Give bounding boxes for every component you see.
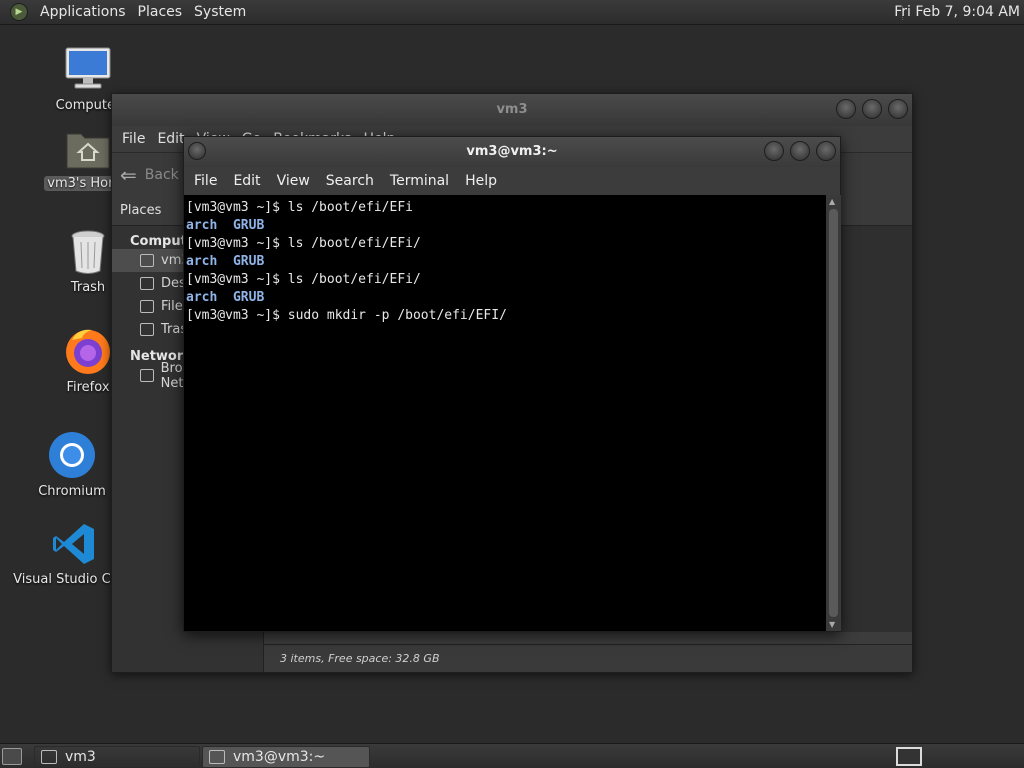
- taskbar-item-label: vm3@vm3:~: [233, 749, 326, 765]
- show-desktop-button[interactable]: [2, 748, 22, 765]
- taskbar-item-terminal[interactable]: vm3@vm3:~: [202, 746, 370, 768]
- terminal-menubar: File Edit View Search Terminal Help: [184, 167, 840, 195]
- scroll-up-icon[interactable]: ▲: [829, 197, 835, 206]
- status-bar: 3 items, Free space: 32.8 GB: [264, 644, 912, 672]
- scroll-down-icon[interactable]: ▼: [829, 620, 835, 629]
- distro-logo-icon[interactable]: ▶: [10, 3, 28, 21]
- top-panel: ▶ Applications Places System Fri Feb 7, …: [0, 0, 1024, 25]
- home-folder-icon: [66, 133, 110, 169]
- file-manager-titlebar[interactable]: vm3: [112, 94, 912, 126]
- desktop-icon-label: Trash: [70, 280, 106, 295]
- home-folder-icon: [41, 750, 57, 764]
- close-button[interactable]: [816, 141, 836, 161]
- terminal-line: arch GRUB: [186, 254, 265, 269]
- workspace-switcher[interactable]: [896, 747, 922, 766]
- firefox-icon: [66, 329, 110, 374]
- minimize-button[interactable]: [764, 141, 784, 161]
- menu-view[interactable]: View: [269, 173, 318, 189]
- vscode-icon: [53, 524, 94, 564]
- menu-places[interactable]: Places: [132, 4, 189, 20]
- drive-icon: [140, 300, 154, 313]
- terminal-line: arch GRUB: [186, 290, 265, 305]
- terminal-line: [vm3@vm3 ~]$ ls /boot/efi/EFi: [186, 200, 413, 215]
- taskbar-item-file-manager[interactable]: vm3: [34, 746, 200, 768]
- terminal-line: [vm3@vm3 ~]$ ls /boot/efi/EFi/: [186, 236, 421, 251]
- maximize-button[interactable]: [790, 141, 810, 161]
- back-button[interactable]: Back: [145, 167, 179, 183]
- terminal-scrollbar[interactable]: ▲ ▼: [826, 195, 841, 631]
- taskbar-item-label: vm3: [65, 749, 96, 765]
- network-icon: [140, 369, 154, 382]
- terminal-line: arch GRUB: [186, 218, 265, 233]
- window-title: vm3@vm3:~: [466, 144, 558, 159]
- trash-icon: [71, 230, 105, 274]
- close-button[interactable]: [888, 99, 908, 119]
- menu-system[interactable]: System: [188, 4, 252, 20]
- terminal-output[interactable]: [vm3@vm3 ~]$ ls /boot/efi/EFi arch GRUB …: [184, 195, 826, 631]
- minimize-button[interactable]: [836, 99, 856, 119]
- home-icon: [140, 254, 154, 267]
- menu-applications[interactable]: Applications: [34, 4, 132, 20]
- menu-edit[interactable]: Edit: [225, 173, 268, 189]
- menu-file[interactable]: File: [186, 173, 225, 189]
- terminal-line: [vm3@vm3 ~]$ ls /boot/efi/EFi/: [186, 272, 421, 287]
- menu-search[interactable]: Search: [318, 173, 382, 189]
- menu-help[interactable]: Help: [457, 173, 505, 189]
- desktop-icon-label: Firefox: [66, 380, 110, 395]
- terminal-icon: [209, 750, 225, 764]
- clock[interactable]: Fri Feb 7, 9:04 AM: [894, 4, 1020, 20]
- desktop-icon-vscode[interactable]: Visual Studio Code: [13, 520, 135, 587]
- terminal-line: [vm3@vm3 ~]$ sudo mkdir -p /boot/efi/EFI…: [186, 308, 507, 323]
- desktop-icon: [140, 277, 154, 290]
- bottom-panel: vm3 vm3@vm3:~: [0, 743, 1024, 768]
- window-title: vm3: [496, 102, 528, 117]
- terminal-titlebar[interactable]: vm3@vm3:~: [184, 137, 840, 167]
- desktop-icon-label: Chromium: [38, 484, 106, 499]
- terminal-window[interactable]: vm3@vm3:~ File Edit View Search Terminal…: [183, 136, 841, 632]
- scroll-thumb[interactable]: [829, 209, 838, 617]
- maximize-button[interactable]: [862, 99, 882, 119]
- menu-file[interactable]: File: [116, 131, 151, 147]
- computer-icon: [65, 47, 111, 89]
- chromium-icon: [49, 432, 95, 478]
- back-arrow-icon[interactable]: ⇐: [120, 163, 137, 187]
- desktop-icon-chromium[interactable]: Chromium: [22, 430, 122, 499]
- trash-icon: [140, 323, 154, 336]
- menu-terminal[interactable]: Terminal: [382, 173, 457, 189]
